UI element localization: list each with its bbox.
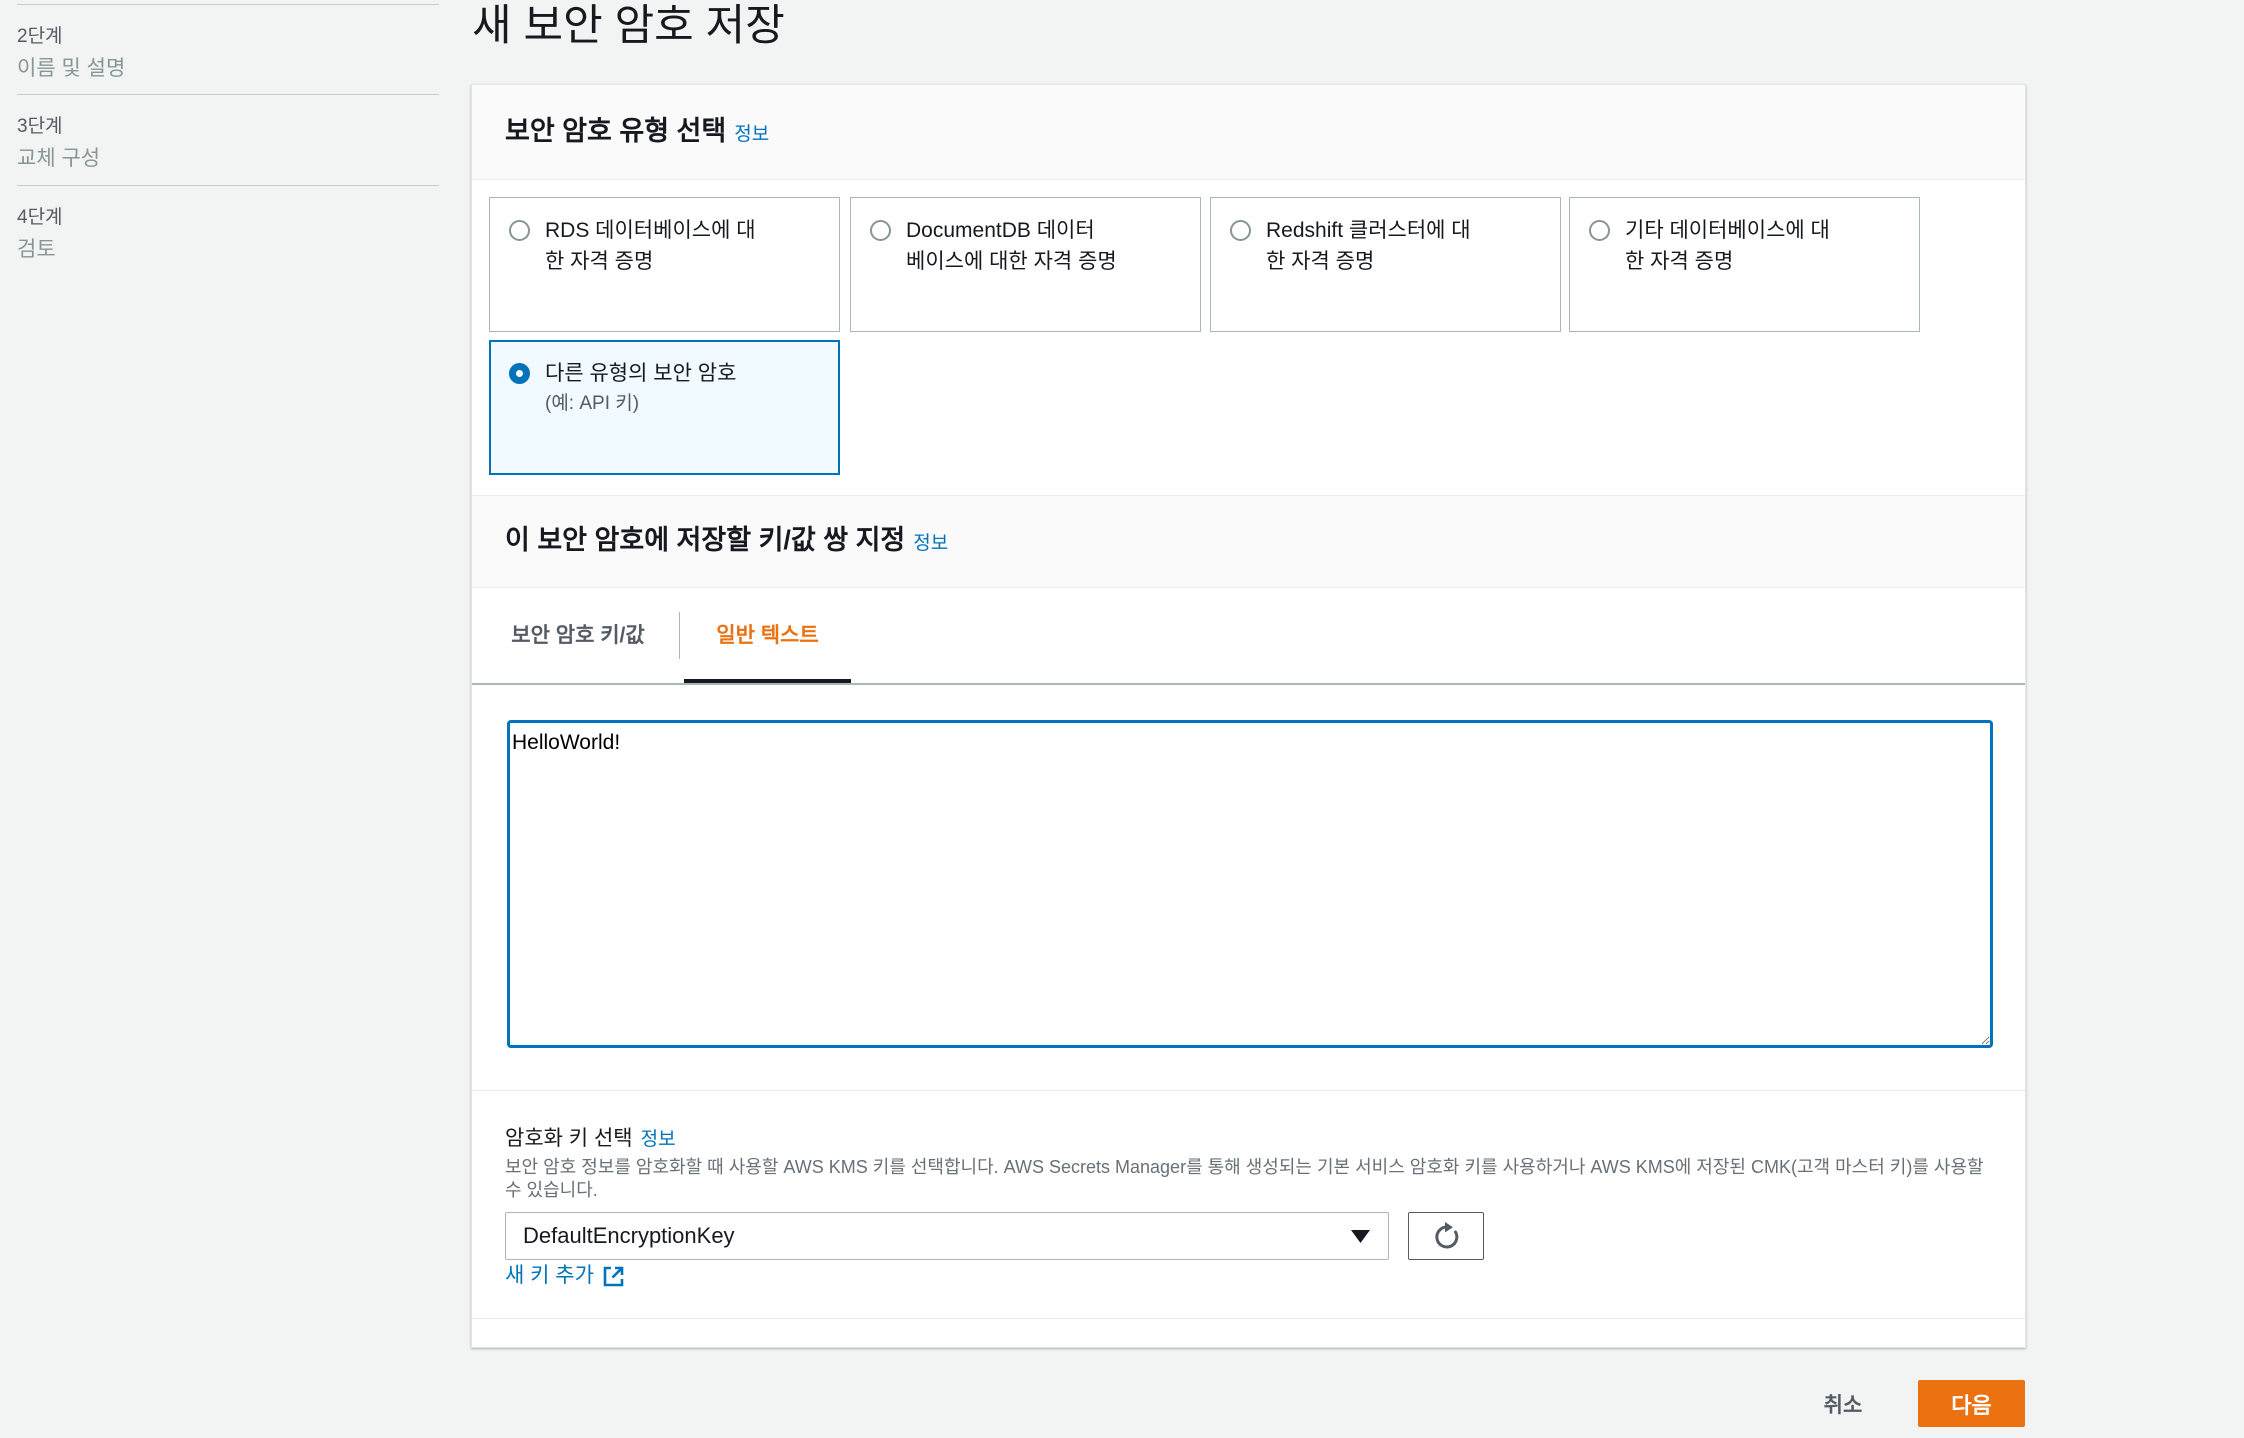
radio-dot	[516, 370, 523, 377]
store-secret-panel: 보안 암호 유형 선택 정보 RDS 데이터베이스에 대 한 자격 증명 Docu…	[471, 84, 2026, 1348]
option-label-line: 베이스에 대한 자격 증명	[906, 250, 1117, 273]
secret-type-option-rds[interactable]: RDS 데이터베이스에 대 한 자격 증명	[489, 197, 840, 332]
encryption-info-link[interactable]: 정보	[641, 1129, 676, 1150]
step-name: 이름 및 설명	[17, 57, 126, 80]
section-divider	[472, 1090, 2025, 1091]
plaintext-secret-input[interactable]: HelloWorld!	[508, 721, 1992, 1047]
page-title: 새 보안 암호 저장	[472, 2, 785, 50]
option-label: DocumentDB 데이터 베이스에 대한 자격 증명	[906, 215, 1117, 277]
refresh-icon	[1435, 1222, 1459, 1249]
option-label-line: 다른 유형의 보안 암호	[545, 362, 737, 385]
section-divider	[472, 1318, 2025, 1319]
option-label-line: RDS 데이터베이스에 대	[545, 219, 756, 242]
radio-button[interactable]	[870, 220, 891, 241]
option-label-line: 한 자격 증명	[1625, 250, 1734, 273]
option-label: RDS 데이터베이스에 대 한 자격 증명	[545, 215, 756, 277]
external-link-icon	[603, 1266, 624, 1286]
option-label: Redshift 클러스터에 대 한 자격 증명	[1266, 215, 1471, 277]
radio-button[interactable]	[509, 220, 530, 241]
step-name: 교체 구성	[17, 147, 101, 170]
step-number: 2단계	[17, 26, 63, 47]
step-divider	[17, 185, 439, 186]
wizard-step-2: 2단계 이름 및 설명	[17, 25, 437, 83]
encryption-key-select[interactable]: DefaultEncryptionKey	[505, 1212, 1389, 1260]
tab-secret-key-value[interactable]: 보안 암호 키/값	[488, 588, 668, 683]
secret-type-info-link[interactable]: 정보	[734, 124, 769, 145]
option-label-line: Redshift 클러스터에 대	[1266, 219, 1471, 242]
option-description: (예: API 키)	[545, 393, 640, 414]
step-divider	[17, 4, 439, 5]
secret-value-tabs: 보안 암호 키/값 일반 텍스트	[472, 588, 2025, 685]
option-label-line: 기타 데이터베이스에 대	[1625, 219, 1830, 242]
selected-encryption-key: DefaultEncryptionKey	[523, 1223, 735, 1248]
secret-type-heading-text: 보안 암호 유형 선택	[505, 116, 727, 146]
key-value-header: 이 보안 암호에 저장할 키/값 쌍 지정 정보	[472, 495, 2025, 588]
step-divider	[17, 94, 439, 95]
encryption-key-description: 보안 암호 정보를 암호화할 때 사용할 AWS KMS 키를 선택합니다. A…	[505, 1157, 1984, 1200]
wizard-step-4: 4단계 검토	[17, 206, 437, 264]
tab-plaintext[interactable]: 일반 텍스트	[684, 588, 851, 683]
refresh-keys-button[interactable]	[1408, 1212, 1484, 1260]
wizard-steps-nav: 2단계 이름 및 설명 3단계 교체 구성 4단계 검토	[0, 0, 445, 300]
key-value-heading-text: 이 보안 암호에 저장할 키/값 쌍 지정	[505, 525, 906, 555]
wizard-step-3: 3단계 교체 구성	[17, 115, 437, 173]
secret-type-header: 보안 암호 유형 선택 정보	[472, 85, 2025, 180]
option-label-line: 한 자격 증명	[1266, 250, 1375, 273]
cancel-button[interactable]: 취소	[1798, 1380, 1888, 1427]
radio-button[interactable]	[509, 363, 530, 384]
next-button[interactable]: 다음	[1918, 1380, 2025, 1427]
option-label-line: DocumentDB 데이터	[906, 219, 1095, 242]
step-name: 검토	[17, 238, 56, 261]
radio-button[interactable]	[1589, 220, 1610, 241]
key-value-heading: 이 보안 암호에 저장할 키/값 쌍 지정 정보	[505, 524, 948, 560]
add-new-key-link[interactable]: 새 키 추가	[505, 1262, 625, 1290]
secret-type-option-documentdb[interactable]: DocumentDB 데이터 베이스에 대한 자격 증명	[850, 197, 1201, 332]
secret-type-option-redshift[interactable]: Redshift 클러스터에 대 한 자격 증명	[1210, 197, 1561, 332]
encryption-key-label: 암호화 키 선택 정보	[505, 1125, 676, 1154]
step-number: 3단계	[17, 116, 63, 137]
add-new-key-text: 새 키 추가	[505, 1264, 594, 1287]
tab-divider	[679, 612, 680, 659]
secret-type-option-other-database[interactable]: 기타 데이터베이스에 대 한 자격 증명	[1569, 197, 1920, 332]
step-number: 4단계	[17, 207, 63, 228]
key-value-info-link[interactable]: 정보	[913, 533, 948, 554]
option-label: 다른 유형의 보안 암호 (예: API 키)	[545, 358, 736, 418]
secret-type-heading: 보안 암호 유형 선택 정보	[505, 115, 769, 151]
caret-down-icon	[1351, 1230, 1370, 1243]
encryption-key-label-text: 암호화 키 선택	[505, 1127, 633, 1150]
option-label: 기타 데이터베이스에 대 한 자격 증명	[1625, 215, 1830, 277]
secret-type-option-other-secret[interactable]: 다른 유형의 보안 암호 (예: API 키)	[489, 340, 840, 475]
option-label-line: 한 자격 증명	[545, 250, 654, 273]
radio-button[interactable]	[1230, 220, 1251, 241]
